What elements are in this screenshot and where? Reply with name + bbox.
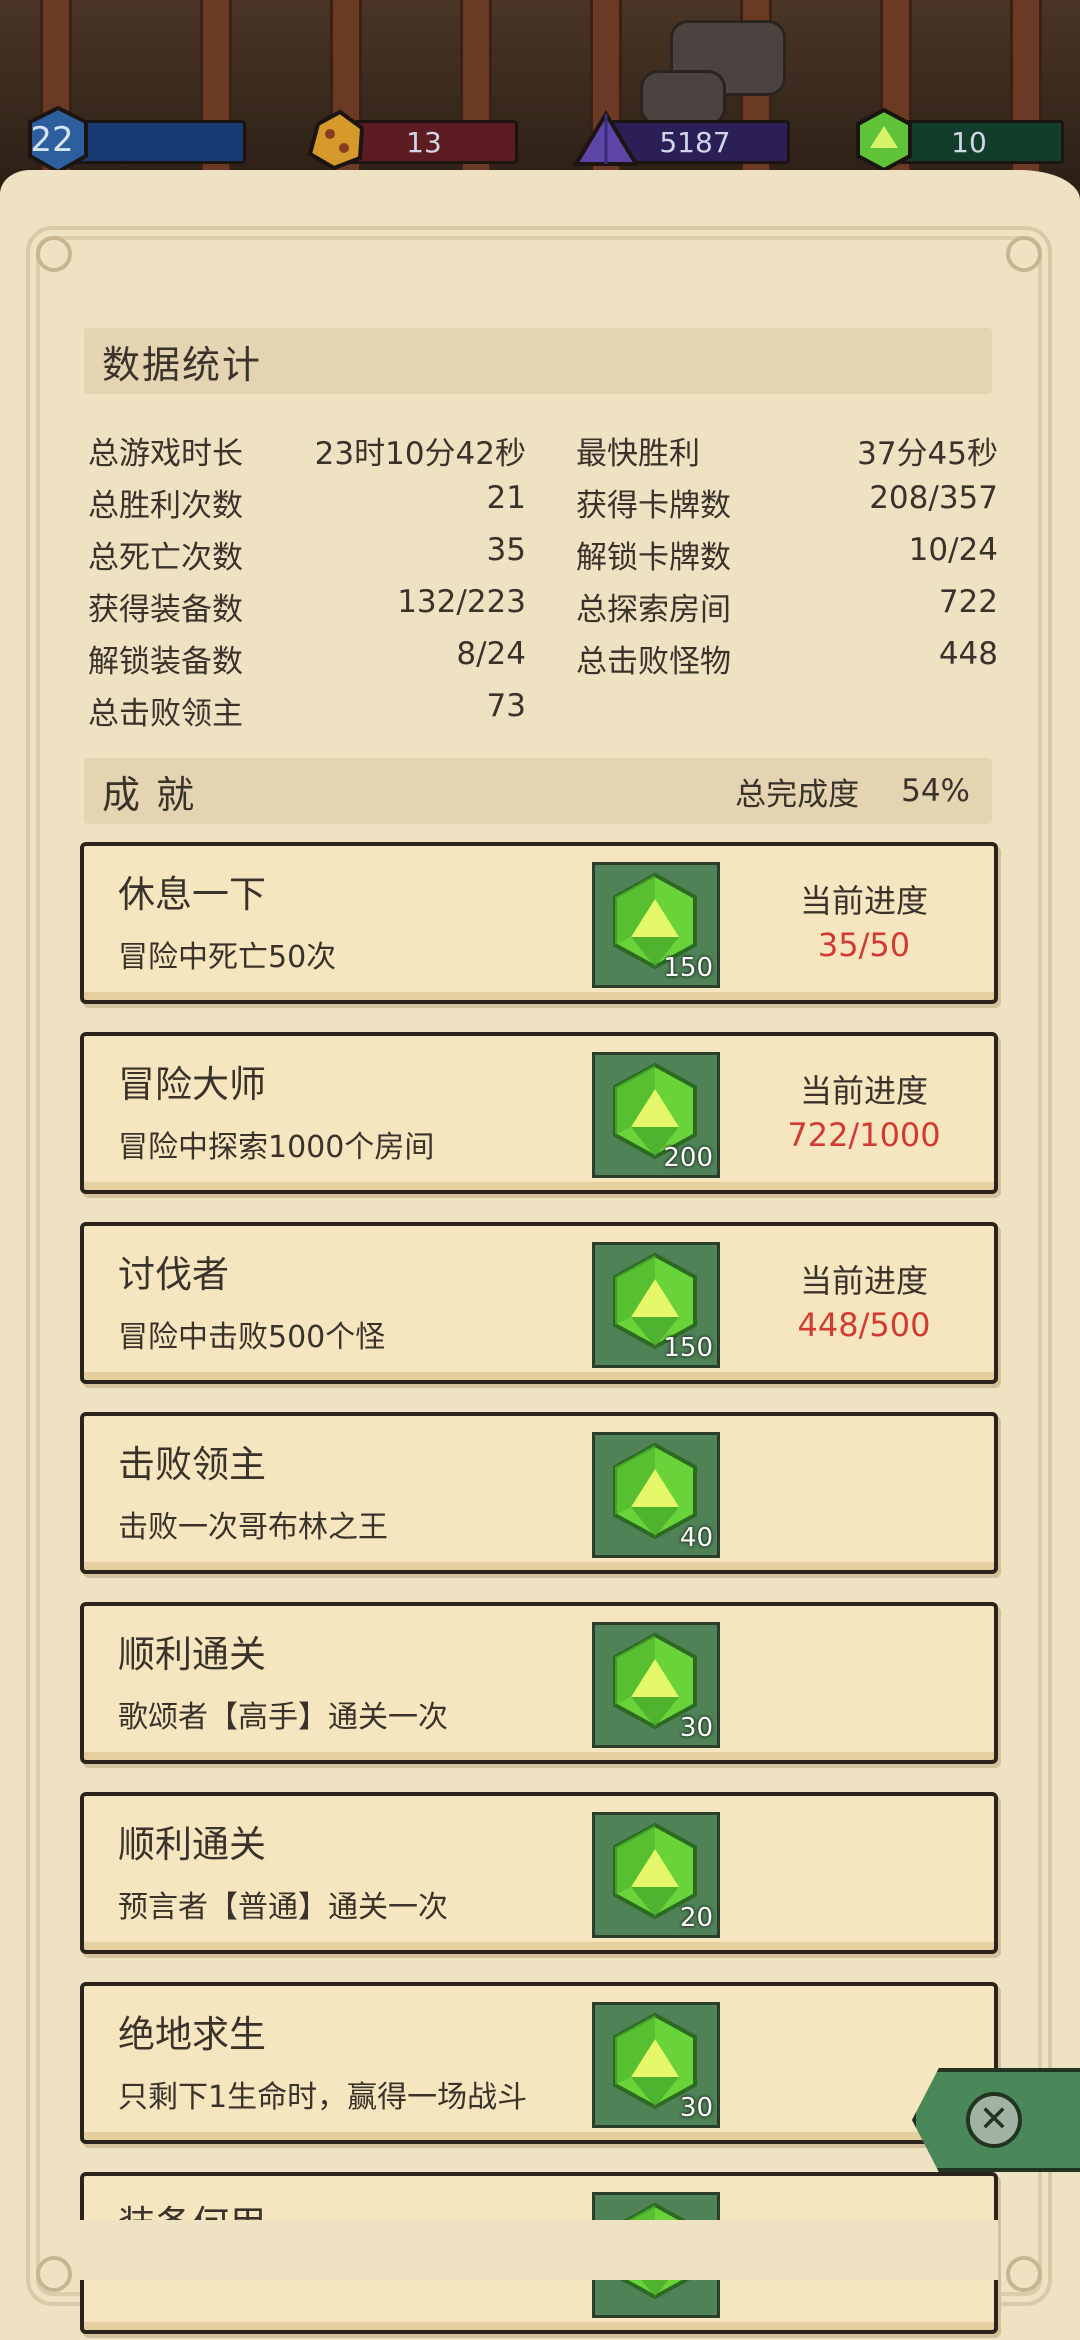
- close-icon[interactable]: ✕: [966, 2092, 1022, 2148]
- stat-value: 8/24: [456, 636, 526, 672]
- completion-value: 54%: [901, 773, 970, 809]
- stat-label: 总击败怪物: [576, 644, 731, 680]
- stat-value: 35: [486, 532, 526, 568]
- achievement-title: 绝地求生: [118, 2013, 266, 2056]
- achievement-desc: 冒险中探索1000个房间: [118, 1130, 435, 1165]
- stat-label: 解锁装备数: [88, 644, 243, 680]
- achievement-desc: 冒险中击败500个怪: [118, 1320, 386, 1355]
- reward-amount: 150: [663, 953, 713, 983]
- reward-amount: 30: [679, 1713, 713, 1743]
- reward-gem-icon: 150: [592, 862, 720, 988]
- achievement-desc: 冒险中死亡50次: [118, 940, 337, 975]
- stat-label: 最快胜利: [576, 436, 700, 472]
- reward-amount: 20: [679, 1903, 713, 1933]
- achievement-title: 击败领主: [118, 1443, 266, 1486]
- stats-header: 数据统计: [84, 328, 992, 394]
- frame-corner: [36, 236, 72, 272]
- reward-gem-icon: 20: [592, 1812, 720, 1938]
- progress-value: 722/1000: [787, 1116, 941, 1154]
- progress-label: 当前进度: [799, 882, 928, 920]
- achievement-desc: 歌颂者【高手】通关一次: [118, 1700, 448, 1735]
- list-bottom-mask: [80, 2220, 998, 2280]
- stat-label: 解锁卡牌数: [576, 540, 731, 576]
- stats-title: 数据统计: [102, 342, 263, 387]
- achievement-desc: 击败一次哥布林之王: [118, 1510, 388, 1545]
- stat-value: 21: [486, 480, 526, 516]
- achievement-card[interactable]: 冒险大师冒险中探索1000个房间 200 当前进度 722/1000: [80, 1032, 998, 1194]
- achievement-title: 休息一下: [118, 873, 266, 916]
- achievement-card[interactable]: 击败领主击败一次哥布林之王 40: [80, 1412, 998, 1574]
- achievement-title: 讨伐者: [118, 1253, 229, 1296]
- stat-label: 获得装备数: [88, 592, 243, 628]
- completion-label: 总完成度: [735, 776, 860, 813]
- achievements-title: 成 就: [102, 772, 197, 817]
- achievement-desc: 只剩下1生命时，赢得一场战斗: [118, 2080, 528, 2115]
- reward-amount: 30: [679, 2093, 713, 2123]
- achievement-title: 顺利通关: [118, 1823, 266, 1866]
- stat-label: 获得卡牌数: [576, 488, 731, 524]
- reward-gem-icon: 200: [592, 1052, 720, 1178]
- reward-gem-icon: 30: [592, 2002, 720, 2128]
- progress-label: 当前进度: [799, 1072, 928, 1110]
- frame-corner: [1006, 236, 1042, 272]
- frame-corner: [36, 2256, 72, 2292]
- stat-value: 132/223: [397, 584, 526, 620]
- stat-value: 23时10分42秒: [314, 436, 526, 472]
- green-gem-icon: [848, 104, 920, 176]
- achievement-card[interactable]: 顺利通关歌颂者【高手】通关一次 30: [80, 1602, 998, 1764]
- reward-gem-icon: 30: [592, 1622, 720, 1748]
- stat-label: 总游戏时长: [88, 436, 243, 472]
- reward-gem-icon: 150: [592, 1242, 720, 1368]
- stat-value: 73: [486, 688, 526, 724]
- achievement-card[interactable]: 绝地求生只剩下1生命时，赢得一场战斗 30: [80, 1982, 998, 2144]
- stat-value: 37分45秒: [857, 436, 998, 472]
- stat-value: 448: [938, 636, 998, 672]
- progress-value: 448/500: [797, 1306, 931, 1344]
- frame-corner: [1006, 2256, 1042, 2292]
- achievement-desc: 预言者【普通】通关一次: [118, 1890, 448, 1925]
- achievement-card[interactable]: 休息一下冒险中死亡50次 150 当前进度 35/50: [80, 842, 998, 1004]
- crystal-pyramid-icon: [570, 104, 642, 176]
- stat-value: 10/24: [908, 532, 998, 568]
- reward-gem-icon: 40: [592, 1432, 720, 1558]
- gold-ore-icon: [300, 104, 372, 176]
- stat-label: 总死亡次数: [88, 540, 243, 576]
- progress-label: 当前进度: [799, 1262, 928, 1300]
- stat-value: 208/357: [869, 480, 998, 516]
- stat-label: 总胜利次数: [88, 488, 243, 524]
- achievement-card[interactable]: 顺利通关预言者【普通】通关一次 20: [80, 1792, 998, 1954]
- reward-amount: 40: [679, 1523, 713, 1553]
- level-value: 22: [30, 120, 74, 160]
- achievement-title: 顺利通关: [118, 1633, 266, 1676]
- reward-amount: 200: [663, 1143, 713, 1173]
- stat-value: 722: [938, 584, 998, 620]
- achievements-header: 成 就 总完成度 54%: [84, 758, 992, 824]
- achievement-card[interactable]: 讨伐者冒险中击败500个怪 150 当前进度 448/500: [80, 1222, 998, 1384]
- progress-value: 35/50: [817, 926, 911, 964]
- stat-label: 总探索房间: [576, 592, 731, 628]
- achievement-title: 冒险大师: [118, 1063, 266, 1106]
- reward-amount: 150: [663, 1333, 713, 1363]
- stat-label: 总击败领主: [88, 696, 243, 732]
